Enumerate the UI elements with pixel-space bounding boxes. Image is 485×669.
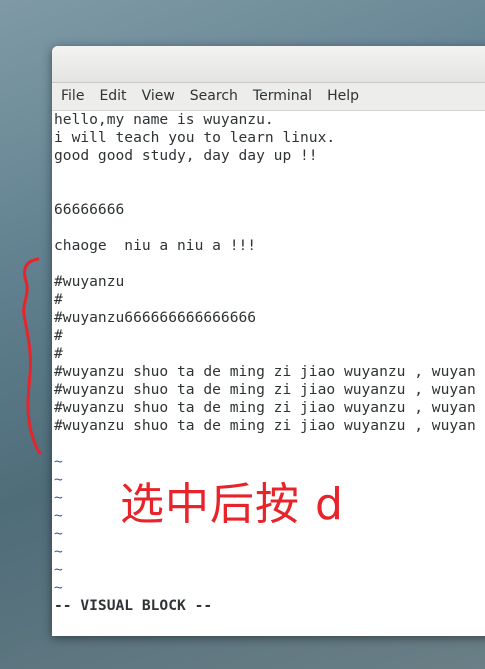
terminal-line: hello,my name is wuyanzu. (54, 111, 274, 128)
empty-line-tilde: ~ (54, 471, 63, 488)
terminal-line: #wuyanzu (54, 273, 125, 290)
vim-mode-indicator: -- VISUAL BLOCK -- (54, 597, 213, 614)
empty-line-tilde: ~ (54, 507, 63, 524)
terminal-line: #wuyanzu shuo ta de ming zi jiao wuyanzu… (54, 417, 476, 434)
empty-line-tilde: ~ (54, 579, 63, 596)
title-bar[interactable] (52, 46, 485, 83)
menu-terminal[interactable]: Terminal (245, 83, 319, 110)
empty-line-tilde: ~ (54, 561, 63, 578)
terminal-text-area[interactable]: hello,my name is wuyanzu. i will teach yo… (52, 111, 485, 636)
menu-bar: File Edit View Search Terminal Help (52, 83, 485, 111)
terminal-line: #wuyanzu666666666666666 (54, 309, 257, 326)
terminal-window: File Edit View Search Terminal Help hell… (52, 46, 485, 636)
empty-line-tilde: ~ (54, 489, 63, 506)
menu-file[interactable]: File (52, 83, 91, 110)
terminal-line: chaoge niu a niu a !!! (54, 237, 257, 254)
terminal-line: 66666666 (54, 201, 125, 218)
menu-help[interactable]: Help (319, 83, 366, 110)
terminal-line: i will teach you to learn linux. (54, 129, 336, 146)
terminal-line: #wuyanzu shuo ta de ming zi jiao wuyanzu… (54, 399, 476, 416)
menu-view[interactable]: View (134, 83, 182, 110)
annotation-text: 选中后按 d (120, 479, 344, 530)
empty-line-tilde: ~ (54, 525, 63, 542)
terminal-line: #wuyanzu shuo ta de ming zi jiao wuyanzu… (54, 381, 476, 398)
terminal-line: #wuyanzu shuo ta de ming zi jiao wuyanzu… (54, 363, 476, 380)
menu-search[interactable]: Search (182, 83, 245, 110)
bracket-stroke (22, 257, 42, 455)
empty-line-tilde: ~ (54, 543, 63, 560)
menu-edit[interactable]: Edit (91, 83, 133, 110)
terminal-line: good good study, day day up !! (54, 147, 318, 164)
red-bracket-annotation (22, 257, 42, 455)
